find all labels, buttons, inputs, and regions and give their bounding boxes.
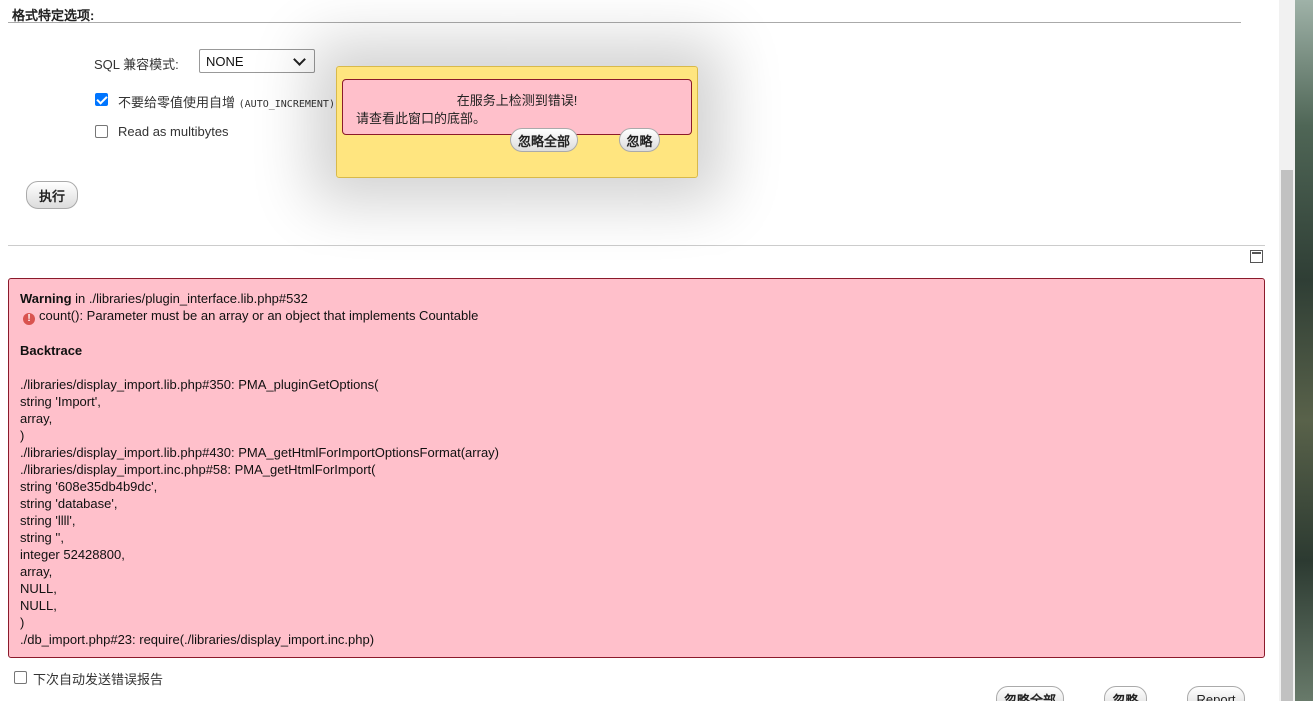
backtrace-line: NULL, bbox=[20, 581, 57, 596]
no-auto-value-text: 不要给零值使用自增 bbox=[118, 95, 236, 110]
backtrace-line: string '608e35db4b9dc', bbox=[20, 479, 158, 494]
error-message: count(): Parameter must be an array or a… bbox=[39, 308, 479, 323]
execute-button[interactable]: 执行 bbox=[26, 181, 78, 209]
popup-ignore-button[interactable]: 忽略 bbox=[619, 128, 660, 152]
divider bbox=[8, 245, 1265, 246]
popup-subtitle: 请查看此窗口的底部。 bbox=[356, 111, 487, 126]
sql-compat-value: NONE bbox=[206, 53, 244, 69]
vertical-scrollbar[interactable] bbox=[1279, 0, 1295, 701]
backtrace-line: array, bbox=[20, 564, 53, 579]
backtrace-line: string '', bbox=[20, 530, 64, 545]
ignore-button[interactable]: 忽略 bbox=[1104, 686, 1147, 701]
backtrace-line: ./libraries/display_import.inc.php#58: P… bbox=[20, 462, 376, 477]
backtrace-line: ) bbox=[20, 428, 25, 443]
popup-ignore-all-button[interactable]: 忽略全部 bbox=[510, 128, 578, 152]
backtrace-line: string 'database', bbox=[20, 496, 118, 511]
report-button[interactable]: Report bbox=[1187, 686, 1245, 701]
warning-location: in ./libraries/plugin_interface.lib.php#… bbox=[71, 291, 308, 306]
backtrace-line: ) bbox=[20, 615, 25, 630]
error-message-line: ! count(): Parameter must be an array or … bbox=[23, 308, 478, 325]
popup-message-box: 在服务上检测到错误! 请查看此窗口的底部。 bbox=[342, 79, 692, 135]
chevron-down-icon bbox=[293, 52, 306, 66]
sql-compat-select[interactable]: NONE bbox=[199, 49, 315, 73]
backtrace-line: array, bbox=[20, 411, 53, 426]
popup-title: 在服务上检测到错误! bbox=[456, 93, 578, 108]
backtrace-line: integer 52428800, bbox=[20, 547, 125, 562]
sql-compat-label: SQL 兼容模式: bbox=[94, 57, 179, 72]
error-box: Warning in ./libraries/plugin_interface.… bbox=[8, 278, 1265, 658]
divider bbox=[8, 22, 1241, 23]
page: 格式特定选项: SQL 兼容模式: NONE 不要给零值使用自增 (AUTO_I… bbox=[0, 0, 1279, 701]
read-multibytes-label: Read as multibytes bbox=[118, 124, 229, 139]
desktop-background bbox=[1295, 0, 1313, 701]
backtrace-line: ./libraries/display_import.lib.php#430: … bbox=[20, 445, 500, 460]
auto-send-report-label: 下次自动发送错误报告 bbox=[33, 672, 164, 687]
backtrace-title: Backtrace bbox=[20, 343, 83, 358]
backtrace-line: string 'llll', bbox=[20, 513, 76, 528]
scrollbar-thumb[interactable] bbox=[1281, 170, 1293, 701]
backtrace-line: NULL, bbox=[20, 598, 57, 613]
no-auto-value-code: (AUTO_INCREMENT) bbox=[238, 99, 335, 110]
backtrace-line: ./libraries/display_import.lib.php#350: … bbox=[20, 377, 379, 392]
window-toggle-icon[interactable] bbox=[1250, 250, 1263, 263]
auto-send-report-checkbox[interactable] bbox=[14, 671, 27, 684]
backtrace-line: string 'Import', bbox=[20, 394, 101, 409]
no-auto-value-label: 不要给零值使用自增 (AUTO_INCREMENT) bbox=[118, 92, 335, 111]
no-auto-value-checkbox[interactable] bbox=[95, 93, 108, 106]
ignore-all-button[interactable]: 忽略全部 bbox=[996, 686, 1064, 701]
warning-line: Warning in ./libraries/plugin_interface.… bbox=[20, 291, 308, 306]
warning-label: Warning bbox=[20, 291, 72, 306]
backtrace-line: ./db_import.php#23: require(./libraries/… bbox=[20, 632, 375, 647]
error-circle-icon: ! bbox=[23, 313, 35, 325]
read-multibytes-checkbox[interactable] bbox=[95, 125, 108, 138]
